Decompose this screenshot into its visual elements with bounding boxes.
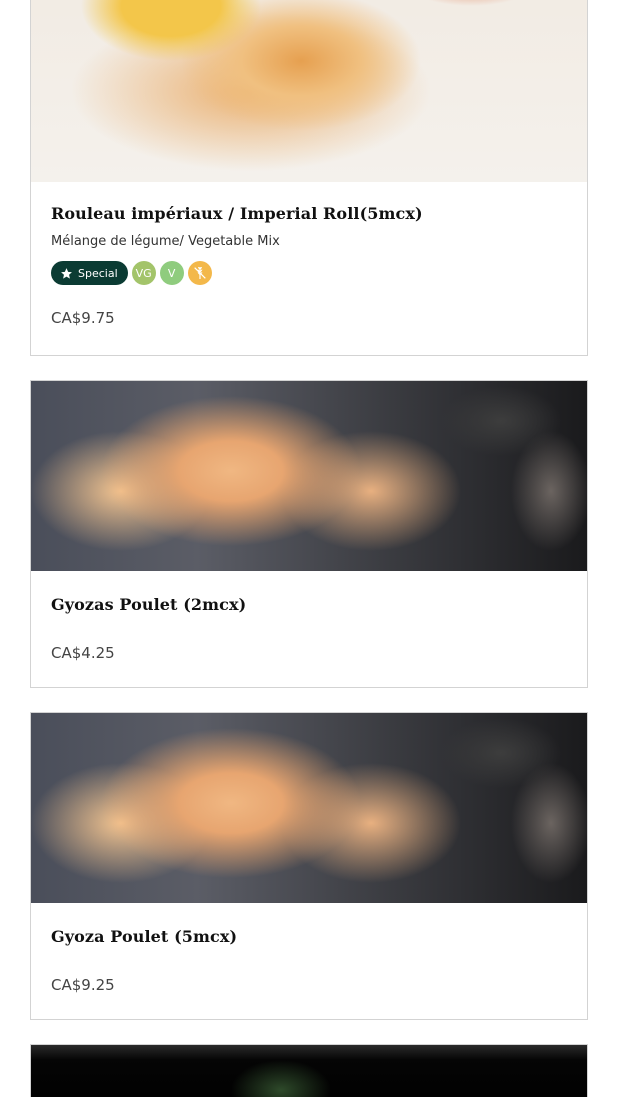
star-icon: [61, 267, 72, 279]
special-badge-label: Special: [78, 266, 118, 280]
dietary-badges: Special VG V: [51, 261, 567, 285]
item-price: CA$9.75: [51, 309, 115, 327]
special-badge: Special: [51, 261, 128, 285]
menu-item-card[interactable]: [30, 1044, 588, 1097]
gyoza-photo: [31, 713, 587, 903]
item-title: Gyoza Poulet (5mcx): [51, 927, 238, 946]
menu-item-card[interactable]: Gyoza Poulet (5mcx) CA$9.25: [30, 712, 588, 1020]
item-price: CA$9.25: [51, 976, 115, 994]
vegetarian-badge-label: V: [167, 266, 176, 280]
vegan-badge: VG: [131, 261, 156, 285]
item-title: Rouleau impériaux / Imperial Roll(5mcx): [51, 204, 423, 223]
dark-dish-photo: [31, 1045, 587, 1097]
vegan-badge-label: VG: [135, 266, 152, 280]
imperial-roll-photo: [31, 0, 587, 182]
menu-item-card[interactable]: Gyozas Poulet (2mcx) CA$4.25: [30, 380, 588, 688]
menu-item-card[interactable]: Rouleau impériaux / Imperial Roll(5mcx) …: [30, 0, 588, 356]
item-description: Mélange de légume/ Vegetable Mix: [51, 234, 280, 249]
wheat-crossed-icon: [193, 267, 206, 279]
gluten-free-badge: [187, 261, 212, 285]
item-price: CA$4.25: [51, 644, 115, 662]
item-title: Gyozas Poulet (2mcx): [51, 595, 247, 614]
gyoza-photo: [31, 381, 587, 571]
vegetarian-badge: V: [159, 261, 184, 285]
